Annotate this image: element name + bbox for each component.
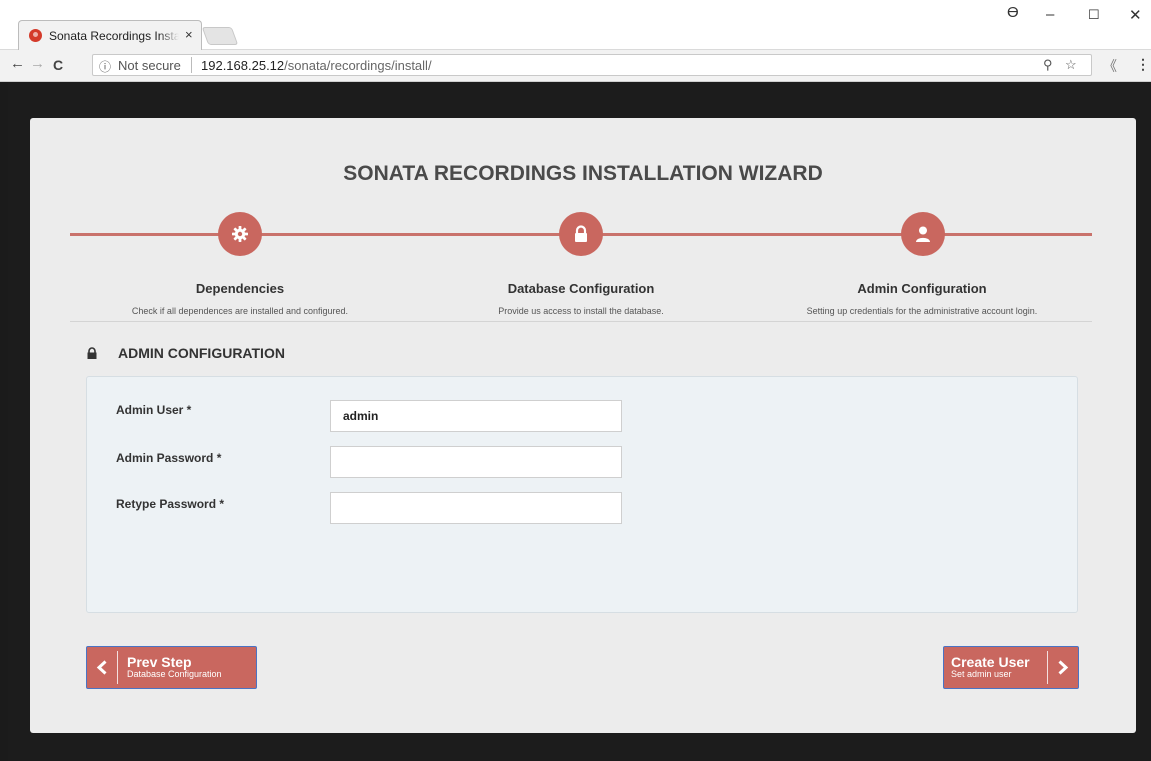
browser-chrome: Sonata Recordings Install × ϴ – ☐ ✕ ← → … [0,0,1151,82]
chevron-left-icon [87,647,117,688]
browser-menu-icon[interactable]: ⋮ [1136,56,1150,73]
forward-button[interactable]: → [30,55,45,72]
admin-form-panel: Admin User * Admin Password * Retype Pas… [86,376,1078,613]
wizard-title: SONATA RECORDINGS INSTALLATION WIZARD [343,162,823,185]
step-admin-desc: Setting up credentials for the administr… [806,306,1038,316]
info-icon[interactable]: ⓘ [99,58,111,75]
prev-step-label: Prev Step [127,654,192,670]
create-user-button[interactable]: Create User Set admin user [943,646,1079,689]
admin-user-label: Admin User * [116,403,192,417]
profile-icon[interactable]: ϴ [1007,4,1019,21]
new-tab-button[interactable] [201,27,239,45]
prev-step-button[interactable]: Prev Step Database Configuration [86,646,257,689]
admin-password-input[interactable] [330,446,622,478]
admin-user-input[interactable] [330,400,622,432]
maximize-button[interactable]: ☐ [1088,7,1100,23]
address-separator [191,57,192,73]
header-divider [70,321,1092,322]
user-icon [916,226,930,242]
url-host: 192.168.25.12 [201,58,285,73]
step-database-desc: Provide us access to install the databas… [498,306,664,316]
step-dependencies-desc: Check if all dependences are installed a… [131,306,349,316]
window-close-button[interactable]: ✕ [1129,6,1142,24]
url-path: /sonata/recordings/install/ [284,58,432,73]
key-icon[interactable]: ⚲ [1043,57,1053,73]
lock-icon [87,347,97,359]
favicon-icon [29,29,42,42]
create-user-sublabel: Set admin user [951,669,1012,679]
tab-strip: Sonata Recordings Install × ϴ – ☐ ✕ [0,0,1151,50]
address-bar[interactable]: ⓘ Not secure 192.168.25.12/sonata/record… [92,54,1092,76]
minimize-button[interactable]: – [1046,6,1054,23]
reload-button[interactable]: C [53,57,63,73]
create-user-label: Create User [951,654,1030,670]
wizard-card: SONATA RECORDINGS INSTALLATION WIZARD De… [30,118,1136,733]
button-separator [117,651,118,684]
extension-icon[interactable]: 《 [1103,56,1117,76]
browser-toolbar: ← → C ⓘ Not secure 192.168.25.12/sonata/… [0,50,1151,82]
security-label[interactable]: Not secure [118,58,181,73]
back-button[interactable]: ← [10,55,25,72]
tab-title: Sonata Recordings Install [49,29,179,43]
retype-password-label: Retype Password * [116,497,225,511]
prev-step-sublabel: Database Configuration [127,669,222,679]
browser-tab[interactable]: Sonata Recordings Install × [18,20,202,50]
step-admin-circle[interactable] [901,212,945,256]
admin-password-label: Admin Password * [116,451,222,465]
step-dependencies-title: Dependencies [195,281,285,296]
gear-icon [232,226,248,242]
retype-password-input[interactable] [330,492,622,524]
tab-close-icon[interactable]: × [185,27,193,42]
url-text[interactable]: 192.168.25.12/sonata/recordings/install/ [201,58,432,73]
bookmark-star-icon[interactable]: ☆ [1065,57,1077,73]
chevron-right-icon [1048,647,1078,688]
step-admin-title: Admin Configuration [857,281,987,296]
step-database-circle[interactable] [559,212,603,256]
section-title: ADMIN CONFIGURATION [118,345,285,361]
lock-icon [575,225,587,242]
step-dependencies-circle[interactable] [218,212,262,256]
page-body: SONATA RECORDINGS INSTALLATION WIZARD De… [8,82,1151,761]
step-database-title: Database Configuration [507,281,655,296]
